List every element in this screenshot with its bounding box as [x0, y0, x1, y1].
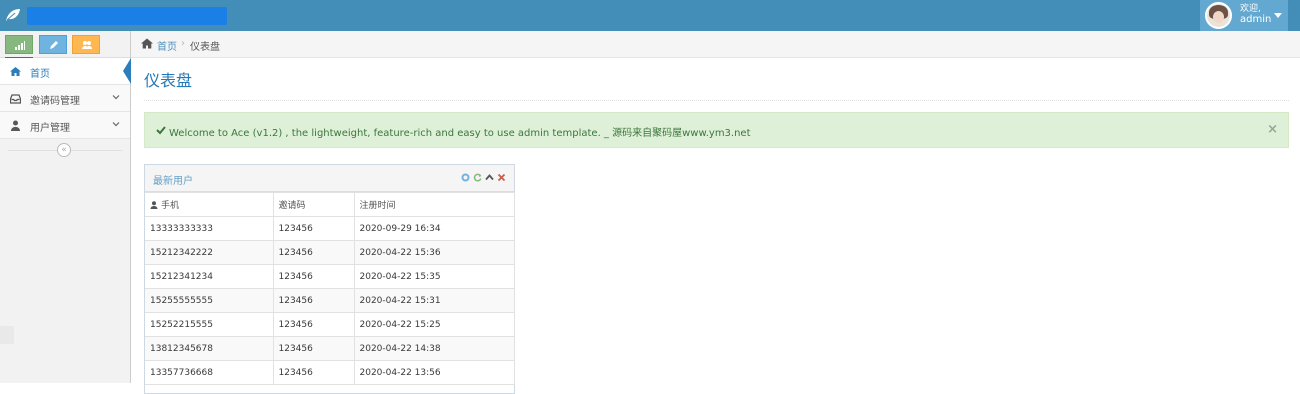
sidebar-item-label: 邀请码管理	[30, 96, 80, 107]
cell-invite-code: 123456	[272, 264, 355, 289]
latest-users-widget: 最新用户 手机 邀请码 注册时间 13333333333 123456 2020…	[144, 164, 515, 394]
cell-invite-code: 123456	[272, 312, 355, 337]
table-row: 15212341234 123456 2020-04-22 15:35	[145, 264, 515, 289]
chevron-up-icon[interactable]	[485, 173, 494, 182]
sidebar-collapse-bar: «	[0, 139, 130, 161]
cell-register-time: 2020-09-29 16:34	[353, 216, 515, 241]
column-header-phone: 手机	[145, 192, 274, 217]
table-row: 13357736668 123456 2020-04-22 13:56	[145, 360, 515, 385]
signal-icon	[15, 41, 25, 50]
cell-register-time: 2020-04-22 15:25	[353, 312, 515, 337]
cell-phone: 15252215555	[145, 312, 274, 337]
table-row: 15252215555 123456 2020-04-22 15:25	[145, 312, 515, 337]
leaf-icon[interactable]	[5, 8, 21, 22]
caret-down-icon	[1274, 13, 1282, 18]
inbox-icon	[10, 94, 21, 104]
widget-header: 最新用户	[145, 165, 514, 192]
users-icon	[82, 41, 92, 49]
cell-register-time: 2020-04-22 14:38	[353, 336, 515, 361]
user-welcome-text: 欢迎,	[1240, 4, 1261, 14]
breadcrumb: 首页 › 仪表盘	[131, 31, 1300, 58]
pencil-icon	[49, 41, 58, 49]
shortcut-button-users[interactable]	[72, 35, 100, 54]
table-row: 13812345678 123456 2020-04-22 14:38	[145, 336, 515, 361]
page-title: 仪表盘	[144, 71, 193, 90]
sidebar-item-home[interactable]: 首页	[0, 58, 131, 85]
cell-phone: 13812345678	[145, 336, 274, 361]
sidebar-item-label: 首页	[30, 69, 50, 80]
home-icon	[10, 67, 21, 76]
table-row: 15255555555 123456 2020-04-22 15:31	[145, 288, 515, 313]
welcome-alert: Welcome to Ace (v1.2) , the lightweight,…	[144, 112, 1289, 148]
close-icon[interactable]: ×	[1267, 122, 1278, 137]
cell-register-time: 2020-04-22 15:36	[353, 240, 515, 265]
user-name: admin	[1240, 14, 1272, 25]
check-icon	[156, 126, 166, 135]
cell-phone: 15255555555	[145, 288, 274, 313]
cell-invite-code: 123456	[272, 240, 355, 265]
breadcrumb-home-link[interactable]: 首页	[157, 38, 177, 53]
widget-title: 最新用户	[153, 176, 193, 187]
column-header-invite-code: 邀请码	[272, 192, 355, 217]
close-icon[interactable]	[497, 173, 506, 182]
alert-message: Welcome to Ace (v1.2) , the lightweight,…	[169, 128, 751, 139]
cell-phone: 13357736668	[145, 360, 274, 385]
cell-phone: 15212341234	[145, 264, 274, 289]
cell-invite-code: 123456	[272, 216, 355, 241]
cell-register-time: 2020-04-22 13:56	[353, 360, 515, 385]
table-header-row: 手机 邀请码 注册时间	[145, 192, 515, 217]
cell-invite-code: 123456	[272, 288, 355, 313]
sidebar-shortcuts	[0, 31, 130, 76]
sidebar-item-label: 用户管理	[30, 123, 70, 134]
sidebar: 首页 邀请码管理 用户管理 «	[0, 31, 131, 383]
page-header: 仪表盘	[144, 70, 1289, 101]
widget-toolbar	[461, 173, 506, 183]
chevron-down-icon	[112, 95, 120, 100]
sidebar-item-users[interactable]: 用户管理	[0, 112, 130, 139]
shortcut-button-edit[interactable]	[38, 35, 67, 54]
chevron-down-icon	[112, 122, 120, 127]
cell-register-time: 2020-04-22 15:31	[353, 288, 515, 313]
user-menu[interactable]: 欢迎, admin	[1200, 0, 1288, 31]
latest-users-table: 手机 邀请码 注册时间 13333333333 123456 2020-09-29 …	[145, 192, 515, 385]
refresh-icon[interactable]	[473, 173, 482, 182]
cell-phone: 15212342222	[145, 240, 274, 265]
user-icon	[11, 120, 20, 131]
top-navbar: 欢迎, admin	[0, 0, 1300, 31]
cell-register-time: 2020-04-22 15:35	[353, 264, 515, 289]
shortcut-button-stats[interactable]	[5, 35, 33, 54]
avatar	[1205, 2, 1232, 29]
home-icon	[141, 38, 153, 49]
user-icon	[150, 201, 158, 209]
scroll-to-top-button[interactable]	[0, 326, 14, 344]
breadcrumb-separator: ›	[181, 38, 185, 49]
table-row: 13333333333 123456 2020-09-29 16:34	[145, 216, 515, 241]
sidebar-item-invite-codes[interactable]: 邀请码管理	[0, 85, 130, 112]
breadcrumb-current: 仪表盘	[190, 42, 220, 53]
cell-invite-code: 123456	[272, 336, 355, 361]
settings-icon[interactable]	[461, 173, 470, 182]
column-header-register-time: 注册时间	[353, 192, 515, 217]
double-chevron-left-icon[interactable]: «	[57, 143, 71, 157]
table-row: 15212342222 123456 2020-04-22 15:36	[145, 240, 515, 265]
cell-phone: 13333333333	[145, 216, 274, 241]
cell-invite-code: 123456	[272, 360, 355, 385]
brand-logo-text[interactable]	[27, 7, 227, 25]
